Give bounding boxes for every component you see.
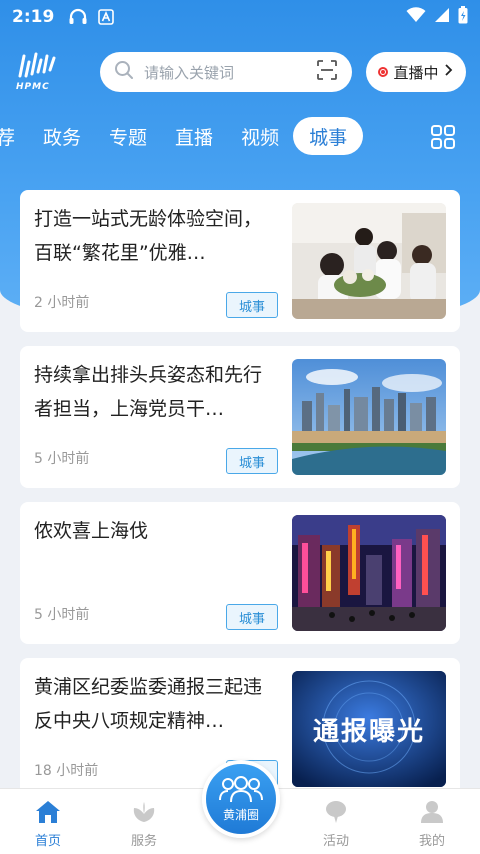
nav-mine-label: 我的 bbox=[418, 834, 445, 849]
news-time: 5 小时前 bbox=[34, 607, 90, 623]
logo-text: HPMC bbox=[16, 82, 50, 92]
home-icon bbox=[36, 801, 60, 823]
news-thumbnail bbox=[292, 359, 446, 475]
chevron-right-icon bbox=[444, 63, 454, 81]
news-tag: 城事 bbox=[226, 604, 278, 630]
tab-recommend[interactable]: 荐 bbox=[0, 117, 29, 155]
category-tabs: 荐 政务 专题 直播 视频 城事 bbox=[0, 116, 420, 156]
tab-topics[interactable]: 专题 bbox=[95, 117, 161, 155]
service-icon bbox=[133, 802, 155, 822]
news-title: 黄浦区纪委监委通报三起违反中央八项规定精神… bbox=[34, 676, 263, 732]
news-thumbnail: 通报曝光 bbox=[292, 671, 446, 787]
live-button[interactable]: 直播中 bbox=[366, 52, 466, 92]
app-notification-icon bbox=[98, 9, 115, 25]
search-placeholder: 请输入关键词 bbox=[144, 63, 235, 82]
news-title: 持续拿出排头兵姿态和先行者担当，上海党员干… bbox=[34, 364, 263, 420]
image-caption: 通报曝光 bbox=[312, 717, 425, 747]
nav-mine[interactable]: 我的 bbox=[392, 789, 472, 854]
news-thumbnail bbox=[292, 515, 446, 631]
news-card[interactable]: 持续拿出排头兵姿态和先行者担当，上海党员干… 5 小时前 城事 bbox=[20, 346, 460, 488]
live-label: 直播中 bbox=[393, 63, 439, 82]
tab-government[interactable]: 政务 bbox=[29, 117, 95, 155]
scan-icon[interactable] bbox=[316, 59, 338, 85]
news-title: 侬欢喜上海伐 bbox=[34, 520, 149, 542]
news-time: 5 小时前 bbox=[34, 451, 90, 467]
battery-icon bbox=[458, 6, 468, 28]
nav-home[interactable]: 首页 bbox=[8, 789, 88, 854]
news-card[interactable]: 打造一站式无龄体验空间，百联“繁花里”优雅… 2 小时前 城事 bbox=[20, 190, 460, 332]
headphones-icon bbox=[68, 8, 88, 26]
nav-activity[interactable]: 活动 bbox=[296, 789, 376, 854]
status-bar: 2:19 bbox=[0, 0, 480, 34]
news-thumbnail bbox=[292, 203, 446, 319]
search-icon bbox=[114, 60, 134, 84]
news-time: 18 小时前 bbox=[34, 763, 99, 779]
tab-city-affairs[interactable]: 城事 bbox=[293, 117, 364, 155]
activity-icon bbox=[326, 801, 346, 823]
news-time: 2 小时前 bbox=[34, 295, 90, 311]
search-bar[interactable]: 请输入关键词 bbox=[100, 52, 352, 92]
hpmc-logo: HPMC bbox=[14, 50, 64, 94]
nav-activity-label: 活动 bbox=[322, 834, 349, 849]
community-icon bbox=[219, 775, 263, 802]
tab-live[interactable]: 直播 bbox=[161, 117, 227, 155]
news-card[interactable]: 侬欢喜上海伐 5 小时前 城事 bbox=[20, 502, 460, 644]
center-button-label: 黄浦圈 bbox=[222, 807, 259, 822]
wifi-icon bbox=[406, 7, 426, 27]
grid-menu-icon[interactable] bbox=[430, 124, 456, 150]
news-title: 打造一站式无龄体验空间，百联“繁花里”优雅… bbox=[34, 208, 263, 264]
nav-service-label: 服务 bbox=[130, 834, 157, 849]
user-icon bbox=[421, 801, 443, 823]
live-record-icon bbox=[378, 67, 389, 77]
news-list: 打造一站式无龄体验空间，百联“繁花里”优雅… 2 小时前 城事 持续拿出排头兵姿… bbox=[20, 190, 460, 814]
nav-home-label: 首页 bbox=[34, 834, 61, 849]
center-community-button[interactable]: 黄浦圈 bbox=[202, 760, 280, 838]
nav-service[interactable]: 服务 bbox=[104, 789, 184, 854]
top-header: HPMC 请输入关键词 直播中 bbox=[0, 50, 480, 94]
news-tag: 城事 bbox=[226, 292, 278, 318]
news-tag: 城事 bbox=[226, 448, 278, 474]
tab-video[interactable]: 视频 bbox=[227, 117, 293, 155]
status-time: 2:19 bbox=[12, 7, 55, 27]
signal-icon bbox=[434, 7, 450, 27]
